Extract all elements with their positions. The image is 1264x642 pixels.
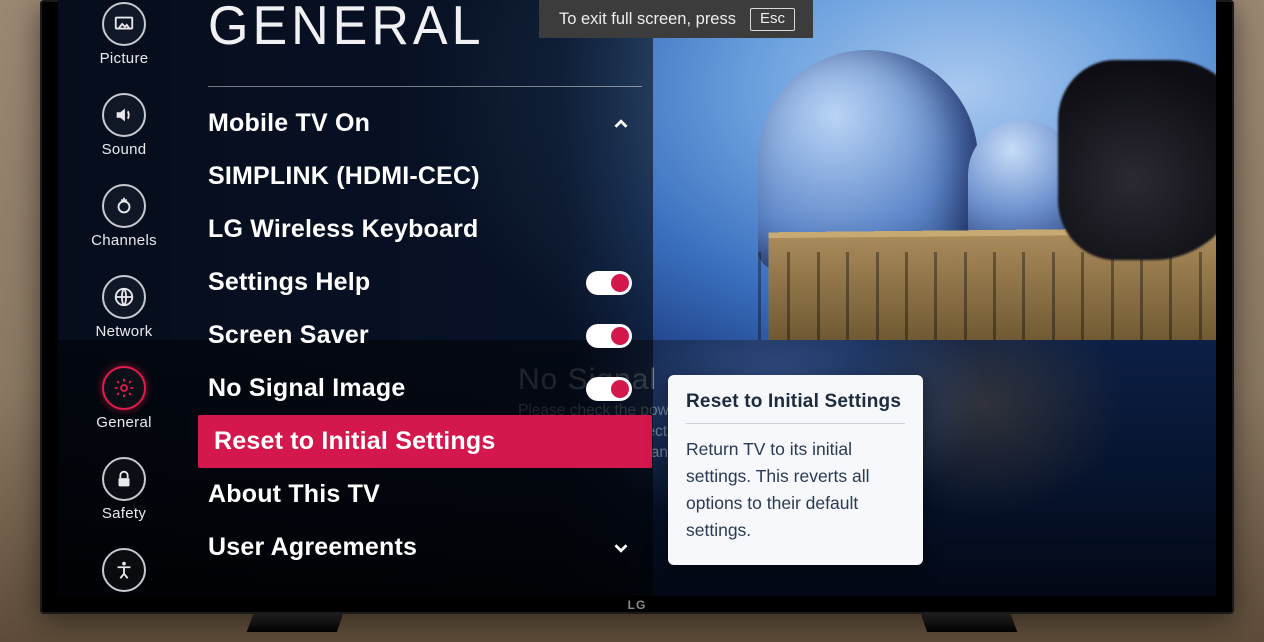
rail-item-channels[interactable]: Channels <box>91 184 157 249</box>
rail-item-accessibility[interactable]: Accessibility <box>81 548 167 596</box>
fullscreen-exit-banner: To exit full screen, press Esc <box>539 0 813 38</box>
rail-label: Sound <box>102 141 147 158</box>
rail-label: Picture <box>100 50 149 67</box>
channels-icon <box>102 184 146 228</box>
rail-label: Safety <box>102 505 146 522</box>
toggle-switch[interactable] <box>586 324 632 348</box>
rail-item-general[interactable]: General <box>96 366 151 431</box>
toggle-switch[interactable] <box>586 271 632 295</box>
option-label: SIMPLINK (HDMI-CEC) <box>208 162 480 191</box>
gear-icon <box>102 366 146 410</box>
option-simplink[interactable]: SIMPLINK (HDMI-CEC) <box>198 150 652 203</box>
option-label: Reset to Initial Settings <box>214 427 495 456</box>
sound-icon <box>102 93 146 137</box>
option-settings-help[interactable]: Settings Help <box>198 256 652 309</box>
rail-label: General <box>96 414 151 431</box>
network-icon <box>102 275 146 319</box>
rail-label: Network <box>95 323 152 340</box>
option-about-this-tv[interactable]: About This TV <box>198 468 652 521</box>
option-label: User Agreements <box>208 533 417 562</box>
option-label: Mobile TV On <box>208 109 370 138</box>
option-mobile-tv-on[interactable]: Mobile TV On <box>198 97 652 150</box>
tv-screen: No Signal Please check the power of the … <box>58 0 1216 596</box>
option-no-signal-image[interactable]: No Signal Image <box>198 362 652 415</box>
accessibility-icon <box>102 548 146 592</box>
settings-list: GENERAL Mobile TV On SIMPLINK (HDMI-CEC)… <box>198 0 652 574</box>
chevron-up-icon <box>610 113 632 135</box>
tooltip-body: Return TV to its initial settings. This … <box>686 436 905 545</box>
chevron-down-icon <box>610 537 632 559</box>
option-user-agreements[interactable]: User Agreements <box>198 521 652 574</box>
option-wireless-keyboard[interactable]: LG Wireless Keyboard <box>198 203 652 256</box>
rail-item-sound[interactable]: Sound <box>102 93 147 158</box>
option-reset-initial-settings[interactable]: Reset to Initial Settings <box>198 415 652 468</box>
lock-icon <box>102 457 146 501</box>
option-label: No Signal Image <box>208 374 405 403</box>
tv-bezel: No Signal Please check the power of the … <box>40 0 1234 614</box>
option-label: About This TV <box>208 480 380 509</box>
brand-logo: LG <box>628 598 647 612</box>
toggle-switch[interactable] <box>586 377 632 401</box>
picture-icon <box>102 2 146 46</box>
divider <box>208 86 642 87</box>
help-tooltip: Reset to Initial Settings Return TV to i… <box>668 375 923 565</box>
settings-category-rail: Picture Sound Channels Network General <box>70 0 178 596</box>
rail-item-safety[interactable]: Safety <box>102 457 146 522</box>
rail-item-network[interactable]: Network <box>95 275 152 340</box>
rail-item-picture[interactable]: Picture <box>100 2 149 67</box>
esc-keycap: Esc <box>750 8 795 31</box>
option-screen-saver[interactable]: Screen Saver <box>198 309 652 362</box>
tooltip-title: Reset to Initial Settings <box>686 391 905 413</box>
fullscreen-hint-text: To exit full screen, press <box>559 10 736 29</box>
option-label: Settings Help <box>208 268 370 297</box>
rail-label: Channels <box>91 232 157 249</box>
divider <box>686 423 905 424</box>
option-label: Screen Saver <box>208 321 369 350</box>
option-label: LG Wireless Keyboard <box>208 215 479 244</box>
